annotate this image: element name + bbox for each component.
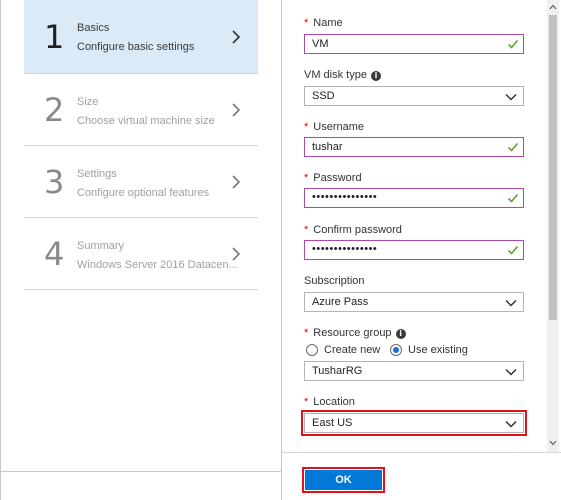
disk-type-value: SSD: [312, 90, 335, 102]
step-summary[interactable]: 4 Summary Windows Server 2016 Datacen...: [24, 218, 258, 290]
step-title: Settings: [77, 168, 117, 180]
required-asterisk: *: [304, 17, 309, 29]
pane-divider: [281, 0, 282, 500]
confirm-password-input[interactable]: •••••••••••••••: [304, 240, 524, 260]
checkmark-icon: [507, 39, 519, 49]
confirm-password-label: * Confirm password: [304, 224, 402, 236]
step-subtitle: Windows Server 2016 Datacen...: [77, 259, 238, 271]
step-title: Basics: [77, 22, 110, 34]
step-subtitle: Choose virtual machine size: [77, 115, 215, 127]
ok-button-highlight: OK: [302, 467, 385, 493]
chevron-right-icon: [232, 174, 241, 189]
disk-type-dropdown[interactable]: SSD: [304, 86, 524, 106]
subscription-label: Subscription: [304, 275, 365, 287]
step-title: Summary: [77, 240, 125, 252]
username-value: tushar: [312, 141, 343, 153]
password-input[interactable]: •••••••••••••••: [304, 188, 524, 208]
info-icon[interactable]: i: [395, 329, 406, 339]
required-asterisk: *: [304, 121, 309, 133]
chevron-right-icon: [232, 102, 241, 117]
step-subtitle: Configure basic settings: [77, 41, 195, 53]
step-number: 2: [44, 90, 65, 129]
resource-group-label: * Resource group i: [304, 327, 406, 339]
resource-group-value: TusharRG: [312, 365, 363, 377]
required-asterisk: *: [304, 396, 309, 408]
step-size[interactable]: 2 Size Choose virtual machine size: [24, 74, 258, 146]
chevron-down-icon: [505, 420, 517, 428]
ok-button[interactable]: OK: [305, 470, 382, 490]
steps-bottom-divider: [0, 471, 281, 472]
step-number: 3: [44, 162, 65, 201]
scroll-up-arrow-icon[interactable]: [549, 4, 557, 10]
step-number: 1: [44, 17, 65, 56]
required-asterisk: *: [304, 327, 309, 339]
step-basics[interactable]: 1 Basics Configure basic settings: [24, 0, 258, 74]
location-dropdown[interactable]: East US: [301, 410, 527, 436]
use-existing-label[interactable]: Use existing: [408, 344, 468, 356]
subscription-value: Azure Pass: [312, 296, 369, 308]
scrollbar-thumb[interactable]: [549, 15, 557, 320]
username-label: * Username: [304, 121, 365, 133]
use-existing-radio[interactable]: [390, 344, 402, 356]
window-left-border: [0, 0, 1, 500]
required-asterisk: *: [304, 172, 309, 184]
name-label: * Name: [304, 17, 343, 29]
create-new-radio[interactable]: [306, 344, 318, 356]
required-asterisk: *: [304, 224, 309, 236]
disk-type-label: VM disk type i: [304, 69, 381, 81]
step-title: Size: [77, 96, 99, 108]
checkmark-icon: [507, 142, 519, 152]
location-label: * Location: [304, 396, 355, 408]
password-value: •••••••••••••••: [312, 191, 378, 203]
footer-divider: [282, 452, 561, 453]
chevron-down-icon: [505, 93, 517, 101]
location-value: East US: [312, 417, 353, 429]
subscription-dropdown[interactable]: Azure Pass: [304, 292, 524, 312]
username-input[interactable]: tushar: [304, 137, 524, 157]
info-icon[interactable]: i: [370, 71, 381, 81]
chevron-right-icon: [232, 29, 241, 44]
checkmark-icon: [507, 245, 519, 255]
scroll-down-arrow-icon[interactable]: [549, 440, 557, 446]
resource-group-dropdown[interactable]: TusharRG: [304, 361, 524, 381]
step-subtitle: Configure optional features: [77, 187, 210, 199]
password-label: * Password: [304, 172, 362, 184]
chevron-down-icon: [505, 368, 517, 376]
confirm-password-value: •••••••••••••••: [312, 243, 378, 255]
checkmark-icon: [507, 193, 519, 203]
step-settings[interactable]: 3 Settings Configure optional features: [24, 146, 258, 218]
wizard-steps: 1 Basics Configure basic settings 2 Size…: [24, 0, 258, 290]
chevron-right-icon: [232, 246, 241, 261]
step-number: 4: [44, 234, 65, 273]
resource-group-options: Create new Use existing: [304, 344, 524, 358]
chevron-down-icon: [505, 299, 517, 307]
name-value: VM: [312, 38, 329, 50]
name-input[interactable]: VM: [304, 34, 524, 54]
create-new-label[interactable]: Create new: [324, 344, 380, 356]
